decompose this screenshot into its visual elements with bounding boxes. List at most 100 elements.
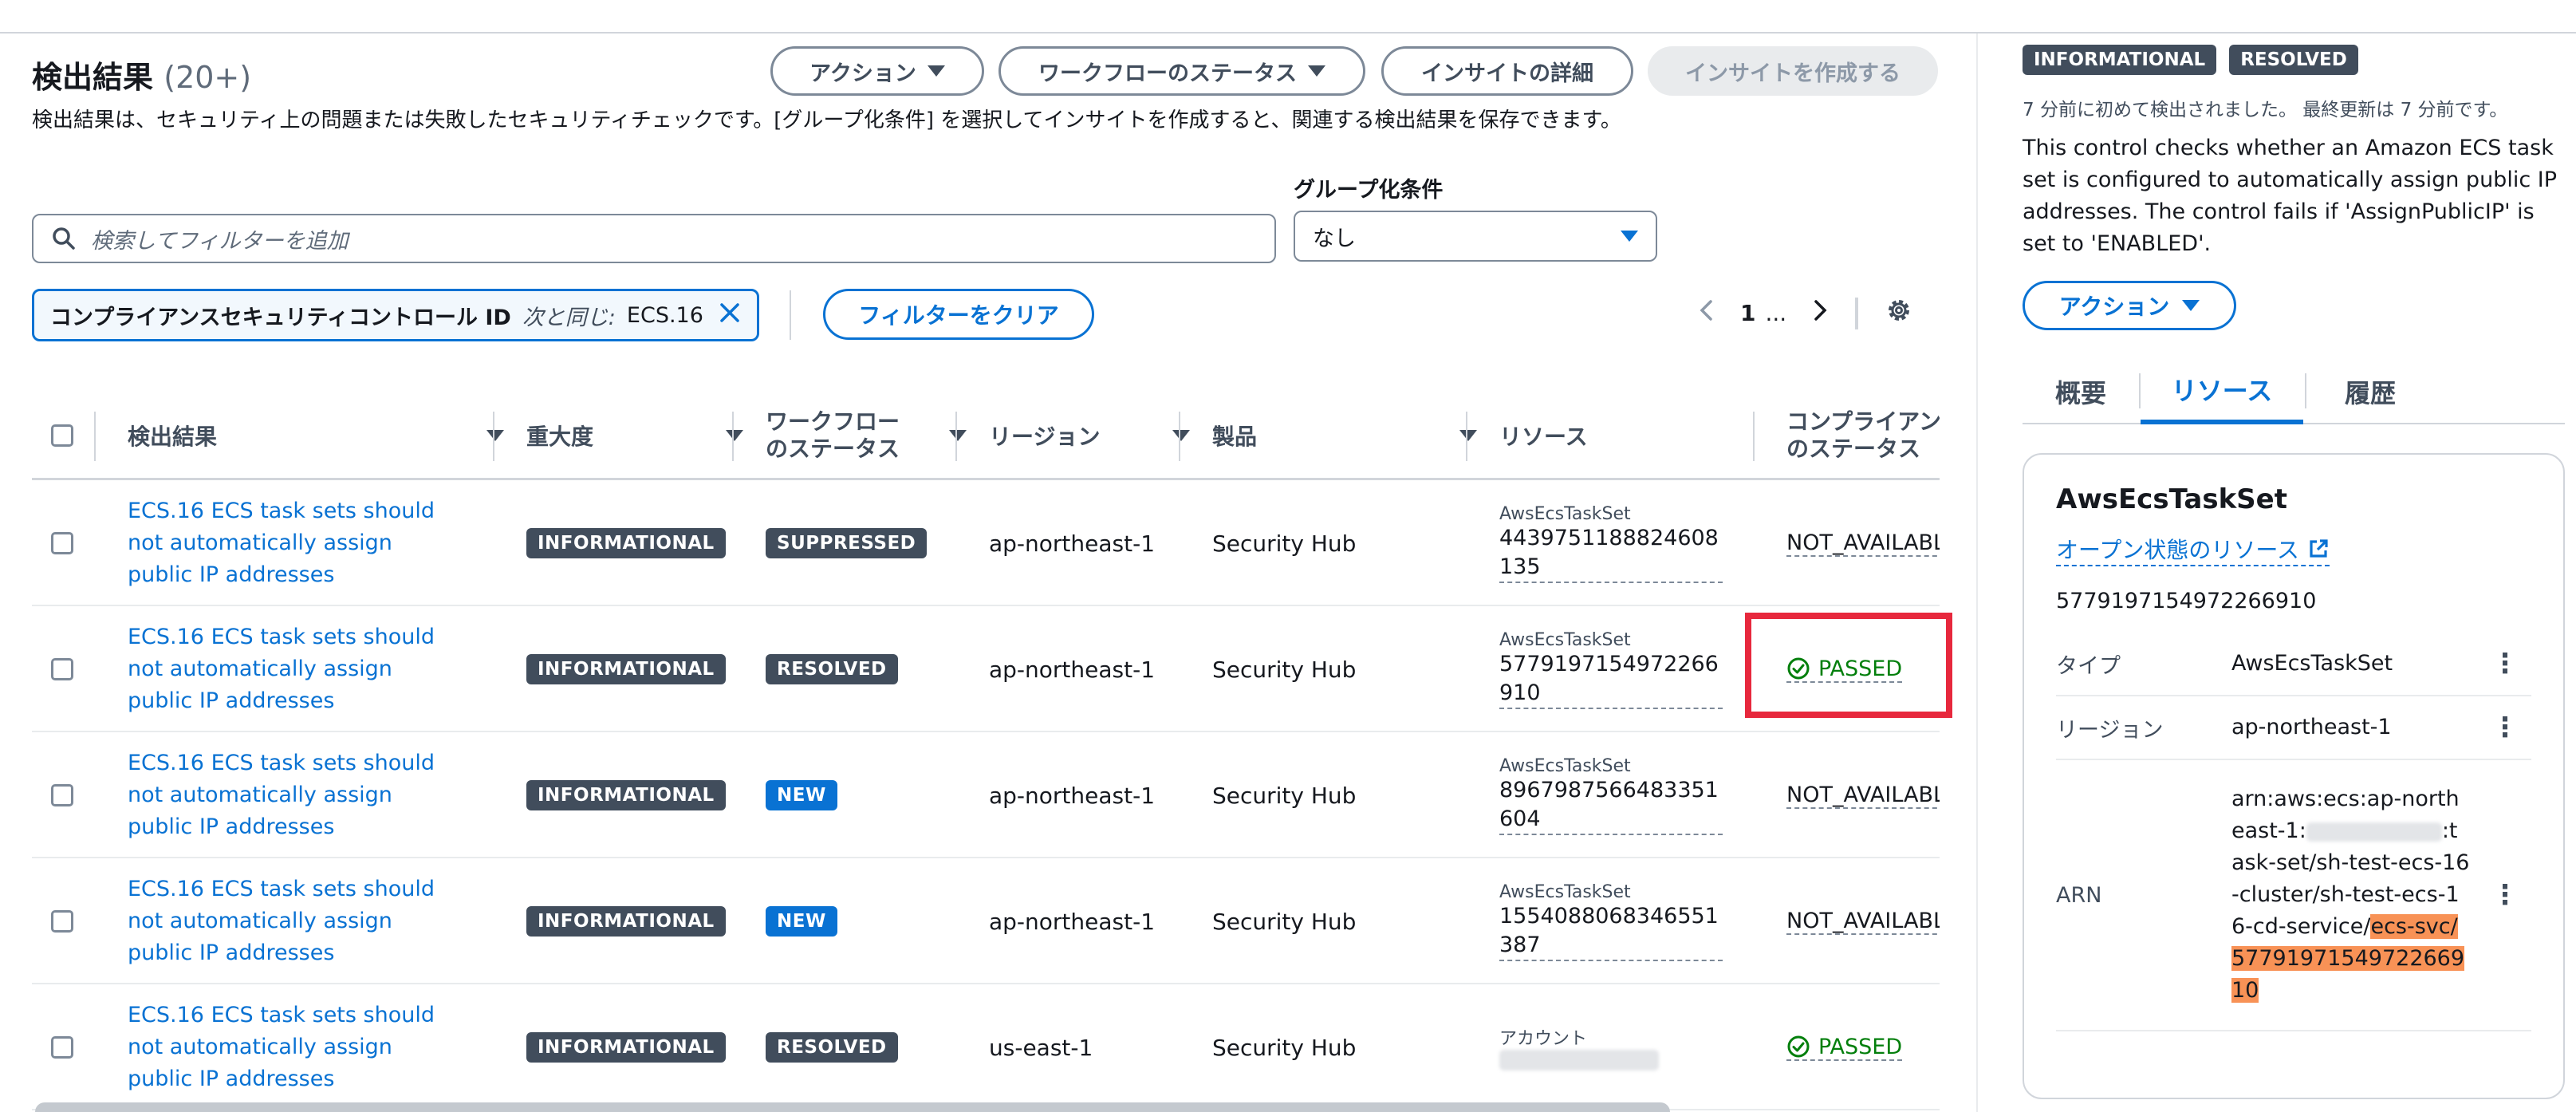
column-workflow-label-line2: のステータス	[766, 436, 900, 462]
detail-actions-button[interactable]: アクション	[2023, 281, 2236, 330]
detail-timestamp: 7 分前に初めて検出されました。 最終更新は 7 分前です。	[2023, 100, 2508, 120]
chevron-right-icon[interactable]	[1814, 299, 1828, 327]
compliance-status: NOT_AVAILABL	[1786, 530, 1946, 557]
product-cell: Security Hub	[1212, 656, 1357, 683]
workflow-status-button[interactable]: ワークフローのステータス	[998, 46, 1365, 96]
table-header: 検出結果 重大度 ワークフロー のステータス リージョン 製品 リソース コンプ…	[32, 391, 1940, 480]
filter-token-key: コンプライアンスセキュリティコントロール ID	[50, 305, 511, 330]
row-checkbox[interactable]	[51, 658, 73, 680]
select-all-checkbox-cell	[51, 391, 99, 480]
detail-description: This control checks whether an Amazon EC…	[2023, 136, 2557, 256]
more-options-icon[interactable]: ⋮	[2491, 712, 2519, 743]
filter-token-operator: 次と同じ:	[522, 305, 616, 330]
workflow-badge: SUPPRESSED	[766, 528, 928, 558]
filter-token[interactable]: コンプライアンスセキュリティコントロール ID 次と同じ: ECS.16	[32, 289, 759, 341]
column-header-severity[interactable]: 重大度	[526, 391, 766, 480]
more-options-icon[interactable]: ⋮	[2491, 648, 2519, 680]
actions-button[interactable]: アクション	[770, 46, 984, 96]
compliance-cell: PASSED	[1786, 984, 1903, 1110]
detail-panel: INFORMATIONAL RESOLVED 7 分前に初めて検出されました。 …	[1978, 34, 2576, 1112]
redacted-account-id	[1499, 1050, 1659, 1071]
compliance-status: NOT_AVAILABL	[1786, 782, 1946, 809]
group-by-select[interactable]: なし	[1294, 211, 1657, 262]
workflow-cell: NEW	[766, 732, 837, 858]
chevron-left-icon[interactable]	[1699, 299, 1713, 327]
resource-type: AwsEcsTaskSet	[1499, 881, 1631, 902]
page-description: 検出結果は、セキュリティ上の問題または失敗したセキュリティチェックです。[グルー…	[32, 108, 1621, 132]
table-clip	[1940, 392, 1976, 1110]
open-resource-link[interactable]: オープン状態のリソース	[2056, 533, 2330, 566]
passed-highlight-box	[1745, 613, 1952, 718]
column-divider	[955, 412, 957, 461]
resource-card-id: 5779197154972266910	[2056, 589, 2317, 613]
severity-cell: INFORMATIONAL	[526, 732, 726, 858]
finding-link[interactable]: ECS.16 ECS task sets should not automati…	[128, 747, 463, 843]
column-header-resource[interactable]: リソース	[1499, 391, 1786, 480]
resource-id[interactable]: 8967987566483351604	[1499, 776, 1723, 835]
resource-id[interactable]: 4439751188824608135	[1499, 524, 1723, 583]
detail-workflow-badge: RESOLVED	[2229, 45, 2358, 75]
detail-severity-badge: INFORMATIONAL	[2023, 45, 2217, 75]
resource-type-row: タイプ AwsEcsTaskSet ⋮	[2056, 633, 2531, 696]
toolbar-divider	[790, 290, 791, 340]
resource-id[interactable]: 5779197154972266910	[1499, 650, 1723, 709]
row-checkbox-cell	[51, 732, 73, 858]
table-row[interactable]: ECS.16 ECS task sets should not automati…	[32, 858, 1946, 984]
column-header-product[interactable]: 製品	[1212, 391, 1499, 480]
tab-resources[interactable]: リソース	[2141, 359, 2303, 424]
workflow-status-button-label: ワークフローのステータス	[1038, 61, 1297, 86]
column-header-compliance[interactable]: コンプライアン のステータス	[1786, 391, 1940, 480]
detail-tabs: 概要 リソース 履歴	[2023, 359, 2565, 424]
resource-type: アカウント	[1499, 1029, 1588, 1049]
region-cell: ap-northeast-1	[989, 530, 1156, 557]
column-severity-label: 重大度	[526, 424, 594, 450]
resource-cell: AwsEcsTaskSet 5779197154972266910	[1499, 606, 1723, 732]
severity-badge: INFORMATIONAL	[526, 906, 726, 937]
horizontal-scrollbar[interactable]	[35, 1102, 1670, 1112]
caret-down-icon	[927, 65, 945, 77]
workflow-badge: RESOLVED	[766, 654, 898, 684]
finding-link[interactable]: ECS.16 ECS task sets should not automati…	[128, 873, 463, 969]
product-cell: Security Hub	[1212, 908, 1357, 935]
close-icon[interactable]	[719, 302, 741, 329]
tab-history[interactable]: 履歴	[2306, 359, 2434, 424]
row-checkbox[interactable]	[51, 784, 73, 806]
check-circle-icon	[1787, 1035, 1810, 1058]
search-input[interactable]: 検索してフィルターを追加	[32, 214, 1276, 263]
workflow-badge: RESOLVED	[766, 1032, 898, 1063]
clear-filters-button[interactable]: フィルターをクリア	[823, 289, 1094, 340]
finding-link[interactable]: ECS.16 ECS task sets should not automati…	[128, 495, 463, 591]
severity-cell: INFORMATIONAL	[526, 858, 726, 984]
row-checkbox[interactable]	[51, 910, 73, 933]
create-insight-button[interactable]: インサイトを作成する	[1648, 46, 1938, 96]
workflow-cell: SUPPRESSED	[766, 480, 928, 606]
gear-icon[interactable]	[1885, 297, 1912, 329]
row-checkbox-cell	[51, 480, 73, 606]
column-compliance-label-line2: のステータス	[1786, 436, 1921, 462]
column-header-finding[interactable]: 検出結果	[128, 391, 526, 480]
finding-link[interactable]: ECS.16 ECS task sets should not automati…	[128, 621, 463, 717]
resource-id[interactable]: 1554088068346551387	[1499, 902, 1723, 961]
table-row[interactable]: ECS.16 ECS task sets should not automati…	[32, 480, 1946, 606]
sort-icon	[486, 430, 504, 441]
caret-down-icon	[1621, 231, 1638, 242]
select-all-checkbox[interactable]	[51, 424, 73, 447]
resource-type: AwsEcsTaskSet	[1499, 755, 1631, 776]
finding-cell: ECS.16 ECS task sets should not automati…	[128, 984, 463, 1110]
more-options-icon[interactable]: ⋮	[2491, 879, 2519, 911]
resource-card: AwsEcsTaskSet オープン状態のリソース 57791971549722…	[2023, 453, 2565, 1099]
detail-badges: INFORMATIONAL RESOLVED	[2023, 45, 2358, 75]
table-row[interactable]: ECS.16 ECS task sets should not automati…	[32, 732, 1946, 858]
insight-details-button[interactable]: インサイトの詳細	[1381, 46, 1633, 96]
row-checkbox[interactable]	[51, 1036, 73, 1059]
page-number[interactable]: 1	[1740, 300, 1755, 326]
table-row[interactable]: ECS.16 ECS task sets should not automati…	[32, 984, 1940, 1110]
tab-overview[interactable]: 概要	[2023, 359, 2139, 424]
row-checkbox[interactable]	[51, 532, 73, 554]
finding-cell: ECS.16 ECS task sets should not automati…	[128, 858, 463, 984]
table-row[interactable]: ECS.16 ECS task sets should not automati…	[32, 606, 1940, 732]
search-icon	[53, 227, 75, 250]
column-finding-label: 検出結果	[128, 424, 218, 450]
column-divider	[1466, 412, 1467, 461]
finding-link[interactable]: ECS.16 ECS task sets should not automati…	[128, 1000, 463, 1095]
